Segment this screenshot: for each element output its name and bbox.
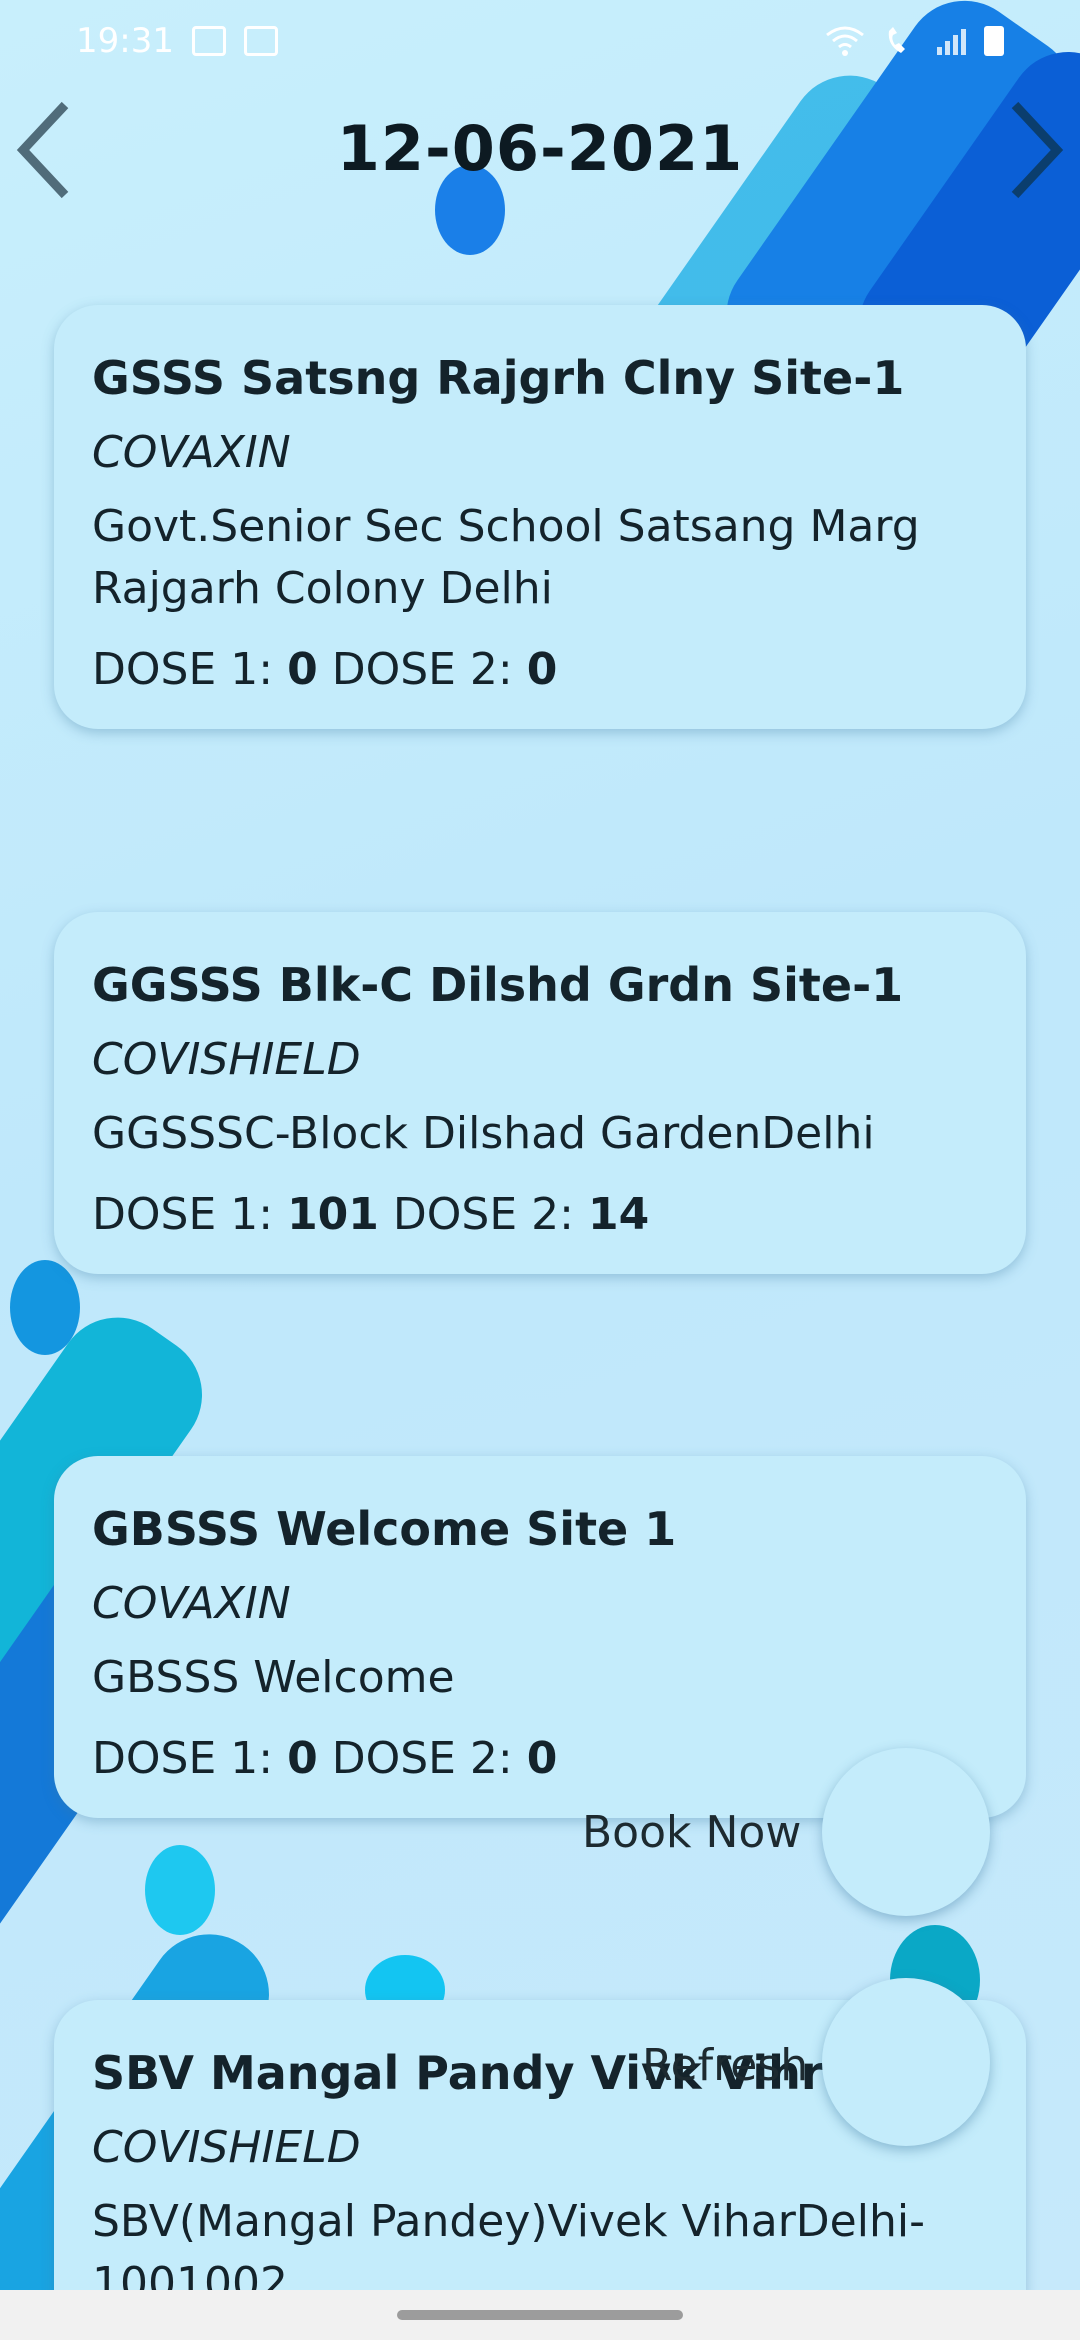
- center-address: Govt.Senior Sec School Satsang Marg Rajg…: [92, 501, 920, 614]
- chevron-right-icon: [1011, 101, 1064, 199]
- dose-availability: DOSE 1: 0 DOSE 2: 0: [92, 644, 988, 695]
- dose1-label: DOSE 1:: [92, 644, 274, 695]
- dose2-label: DOSE 2:: [331, 1733, 513, 1784]
- dose2-count: 14: [587, 1189, 650, 1240]
- center-address: GBSSS Welcome: [92, 1652, 455, 1703]
- refresh-button[interactable]: [822, 1978, 990, 2146]
- center-address: SBV(Mangal Pandey)Vivek ViharDelhi-10010…: [92, 2196, 925, 2290]
- center-name: GGSSS Blk-C Dilshd Grdn Site-1: [92, 958, 904, 1012]
- dose1-count: 0: [287, 644, 318, 695]
- center-address: GGSSSC-Block Dilshad GardenDelhi: [92, 1108, 875, 1159]
- vaccine-name: COVAXIN: [92, 1578, 291, 1629]
- next-date-button[interactable]: [990, 90, 1080, 210]
- dose1-label: DOSE 1:: [92, 1733, 274, 1784]
- date-header: 12-06-2021: [0, 90, 1080, 210]
- system-navigation-bar: [0, 2290, 1080, 2340]
- dose2-count: 0: [526, 1733, 558, 1784]
- dose-availability: DOSE 1: 101 DOSE 2: 14: [92, 1189, 988, 1240]
- book-now-button[interactable]: [822, 1748, 990, 1916]
- center-name: GSSS Satsng Rajgrh Clny Site-1: [92, 351, 905, 405]
- home-gesture-handle[interactable]: [397, 2310, 683, 2320]
- center-name: GBSSS Welcome Site 1: [92, 1502, 677, 1556]
- center-card[interactable]: GGSSS Blk-C Dilshd Grdn Site-1 COVISHIEL…: [54, 912, 1026, 1274]
- refresh-label: Refresh: [642, 2040, 809, 2091]
- vaccine-name: COVISHIELD: [92, 1034, 361, 1085]
- dose2-label: DOSE 2:: [392, 1189, 574, 1240]
- dose2-count: 0: [526, 644, 558, 695]
- vaccine-name: COVISHIELD: [92, 2122, 361, 2173]
- center-card[interactable]: GSSS Satsng Rajgrh Clny Site-1 COVAXIN G…: [54, 305, 1026, 729]
- dose2-label: DOSE 2:: [331, 644, 513, 695]
- dose1-count: 101: [287, 1189, 379, 1240]
- dose1-count: 0: [287, 1733, 318, 1784]
- vaccine-name: COVAXIN: [92, 427, 291, 478]
- selected-date: 12-06-2021: [336, 112, 744, 185]
- book-now-label: Book Now: [582, 1807, 802, 1858]
- dose1-label: DOSE 1:: [92, 1189, 274, 1240]
- center-list[interactable]: GSSS Satsng Rajgrh Clny Site-1 COVAXIN G…: [0, 0, 1080, 2290]
